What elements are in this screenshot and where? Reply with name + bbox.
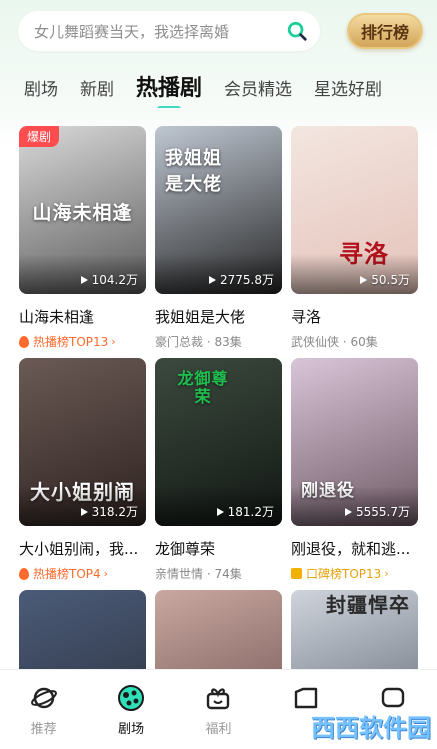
genre-episodes: 亲情世情 · 74集 [155, 567, 242, 581]
tab-new[interactable]: 新剧 [80, 75, 114, 108]
play-count-value: 5555.7万 [356, 505, 410, 519]
nav-label: 推荐 [30, 722, 57, 737]
play-count: 50.5万 [360, 271, 410, 288]
play-count: 181.2万 [216, 503, 274, 520]
poster-title-art: 我姐姐是大佬 [165, 148, 222, 195]
rank-tag-text: 口碑榜TOP13 [306, 567, 382, 581]
play-count-value: 318.2万 [91, 505, 138, 519]
category-tabs: 剧场 新剧 热播剧 会员精选 星选好剧 [0, 68, 437, 108]
play-count: 104.2万 [80, 271, 138, 288]
genre-episodes: 武侠仙侠 · 60集 [291, 335, 378, 349]
drama-card[interactable]: 爆剧 山海未相逢 104.2万 山海未相逢 热播榜TOP13 › [19, 126, 146, 350]
play-count: 2775.8万 [209, 271, 274, 288]
play-icon [80, 507, 88, 516]
fire-icon [19, 335, 29, 348]
tab-theater[interactable]: 剧场 [24, 75, 58, 108]
chevron-right-icon: › [111, 335, 116, 348]
nav-label: 福利 [205, 722, 232, 737]
play-count-value: 104.2万 [91, 273, 138, 287]
planet-icon [30, 687, 57, 709]
rank-tag[interactable]: 热播榜TOP13 › [19, 333, 146, 350]
drama-card[interactable]: 我姐姐是大佬 2775.8万 我姐姐是大佬 豪门总裁 · 83集 [155, 126, 282, 350]
poster-title-art: 寻洛 [339, 239, 389, 268]
genre-episodes: 豪门总裁 · 83集 [155, 335, 242, 349]
card-title: 山海未相逢 [19, 308, 95, 326]
nav-label: 剧场 [118, 722, 145, 737]
rank-tag[interactable]: 热播榜TOP4 › [19, 565, 146, 582]
card-title: 大小姐别闹，我... [19, 540, 139, 558]
play-count-value: 181.2万 [227, 505, 274, 519]
chevron-right-icon: › [384, 567, 389, 580]
poster[interactable]: 刚退役 5555.7万 [291, 358, 418, 526]
gift-icon [207, 688, 230, 710]
tab-hot[interactable]: 热播剧 [136, 70, 202, 108]
tab-label: 会员精选 [224, 80, 293, 100]
play-icon [80, 275, 88, 284]
drama-card[interactable]: 刚退役 5555.7万 刚退役，就和逃... 口碑榜TOP13 › [291, 358, 418, 582]
tab-star[interactable]: 星选好剧 [314, 75, 382, 108]
card-title: 我姐姐是大佬 [155, 308, 246, 326]
play-count-value: 2775.8万 [220, 273, 274, 287]
poster[interactable]: 龙御尊荣 181.2万 [155, 358, 282, 526]
chevron-right-icon: › [103, 567, 109, 580]
poster[interactable]: 寻洛 50.5万 [291, 126, 418, 294]
play-icon [360, 275, 368, 284]
tab-label: 新剧 [80, 80, 114, 100]
nav-theater[interactable]: 剧场 [91, 684, 171, 737]
drama-card[interactable]: 龙御尊荣 181.2万 龙御尊荣 亲情世情 · 74集 [155, 358, 282, 582]
poster[interactable]: 我姐姐是大佬 2775.8万 [155, 126, 282, 294]
poster-title-art: 大小姐别闹 [30, 480, 135, 504]
search-placeholder: 女儿舞蹈赛当天，我选择离婚 [34, 22, 230, 41]
poster[interactable]: 爆剧 山海未相逢 104.2万 [19, 126, 146, 294]
play-count: 318.2万 [80, 503, 138, 520]
poster-title-art: 龙御尊荣 [177, 369, 229, 406]
rank-button-label: 排行榜 [360, 23, 409, 42]
rank-tag-text: 热播榜TOP4 [33, 567, 101, 581]
poster[interactable]: 大小姐别闹 318.2万 [19, 358, 146, 526]
play-icon [216, 507, 224, 516]
play-count-value: 50.5万 [371, 273, 410, 287]
play-count: 5555.7万 [345, 503, 410, 520]
tab-label: 热播剧 [136, 76, 203, 101]
rank-tag-text: 热播榜TOP13 [33, 335, 109, 349]
search-icon[interactable] [286, 20, 308, 42]
poster-title-art: 刚退役 [301, 481, 355, 501]
search-input[interactable]: 女儿舞蹈赛当天，我选择离婚 [18, 11, 320, 51]
fire-icon [19, 567, 29, 580]
poster-title-art: 山海未相逢 [32, 202, 133, 224]
tab-label: 星选好剧 [314, 80, 383, 100]
hot-badge: 爆剧 [19, 126, 60, 147]
poster-title-art: 封疆悍卒 [326, 593, 410, 617]
theater-icon [118, 685, 145, 711]
rating-icon [291, 568, 302, 579]
nav-recommend[interactable]: 推荐 [4, 684, 84, 737]
play-icon [209, 275, 216, 284]
drama-card[interactable]: 寻洛 50.5万 寻洛 武侠仙侠 · 60集 [291, 126, 418, 350]
rank-tag[interactable]: 口碑榜TOP13 › [291, 565, 418, 582]
card-title: 寻洛 [291, 308, 322, 326]
card-title: 龙御尊荣 [155, 540, 216, 558]
drama-card[interactable]: 大小姐别闹 318.2万 大小姐别闹，我... 热播榜TOP4 › [19, 358, 146, 582]
tab-label: 剧场 [24, 80, 58, 100]
search-row: 女儿舞蹈赛当天，我选择离婚 排行榜 [18, 10, 423, 52]
card-title: 刚退役，就和逃... [291, 540, 411, 558]
tab-member[interactable]: 会员精选 [224, 75, 292, 108]
watermark: 西西软件园 [311, 713, 431, 742]
rank-button[interactable]: 排行榜 [347, 13, 423, 49]
play-icon [345, 507, 352, 516]
